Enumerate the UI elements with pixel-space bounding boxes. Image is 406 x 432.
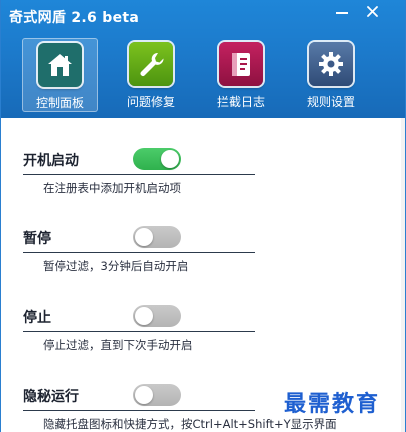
tab-problem-repair[interactable]: 问题修复 bbox=[113, 38, 189, 112]
setting-pause: 暂停 暂停过滤，3分钟后自动开启 bbox=[23, 226, 383, 273]
toggle-knob bbox=[135, 386, 153, 404]
setting-title: 暂停 bbox=[23, 231, 51, 247]
divider bbox=[23, 252, 255, 253]
toggle-knob bbox=[135, 228, 153, 246]
tab-label: 规则设置 bbox=[306, 95, 355, 109]
setting-description: 暂停过滤，3分钟后自动开启 bbox=[43, 259, 189, 273]
log-book-icon bbox=[219, 42, 263, 86]
tab-block-log[interactable]: 拦截日志 bbox=[203, 38, 279, 112]
close-icon bbox=[366, 5, 378, 17]
setting-stop: 停止 停止过滤，直到下次手动开启 bbox=[23, 305, 383, 352]
window-title: 奇式网盾 2.6 beta bbox=[9, 10, 140, 26]
scrollbar-track[interactable] bbox=[401, 118, 405, 432]
pause-toggle[interactable] bbox=[133, 226, 181, 248]
setting-title: 开机启动 bbox=[23, 153, 79, 169]
home-icon bbox=[38, 43, 82, 87]
minimize-button[interactable] bbox=[327, 0, 357, 22]
setting-description: 隐藏托盘图标和快捷方式，按Ctrl+Alt+Shift+Y显示界面 bbox=[43, 417, 337, 431]
tab-rule-settings[interactable]: 规则设置 bbox=[293, 38, 369, 112]
settings-panel: 开机启动 在注册表中添加开机启动项 暂停 暂停过滤，3分钟后自动开启 停止 停止… bbox=[1, 118, 405, 432]
minimize-icon bbox=[336, 12, 348, 14]
app-window: 奇式网盾 2.6 beta 控制面板 问题修复 拦截日志 规则设置 开机启动 在… bbox=[0, 0, 406, 432]
tab-label: 拦截日志 bbox=[216, 95, 265, 109]
setting-title: 停止 bbox=[23, 310, 51, 326]
tab-control-panel[interactable]: 控制面板 bbox=[22, 38, 98, 112]
stealth-toggle[interactable] bbox=[133, 384, 181, 406]
tab-label: 控制面板 bbox=[35, 96, 84, 110]
main-toolbar: 控制面板 问题修复 拦截日志 规则设置 bbox=[1, 36, 405, 118]
divider bbox=[23, 331, 255, 332]
setting-title: 隐秘运行 bbox=[23, 389, 79, 405]
divider bbox=[23, 174, 255, 175]
wrench-icon bbox=[129, 42, 173, 86]
divider bbox=[23, 410, 255, 411]
watermark-text: 最需教育 bbox=[284, 391, 381, 417]
toggle-knob bbox=[161, 150, 179, 168]
stop-toggle[interactable] bbox=[133, 305, 181, 327]
close-button[interactable] bbox=[357, 0, 387, 22]
title-bar-header: 奇式网盾 2.6 beta 控制面板 问题修复 拦截日志 规则设置 bbox=[1, 0, 405, 118]
setting-startup: 开机启动 在注册表中添加开机启动项 bbox=[23, 148, 383, 195]
setting-description: 停止过滤，直到下次手动开启 bbox=[43, 338, 193, 352]
startup-toggle[interactable] bbox=[133, 148, 181, 170]
setting-description: 在注册表中添加开机启动项 bbox=[43, 181, 181, 195]
toggle-knob bbox=[135, 307, 153, 325]
gear-icon bbox=[309, 42, 353, 86]
tab-label: 问题修复 bbox=[126, 95, 175, 109]
